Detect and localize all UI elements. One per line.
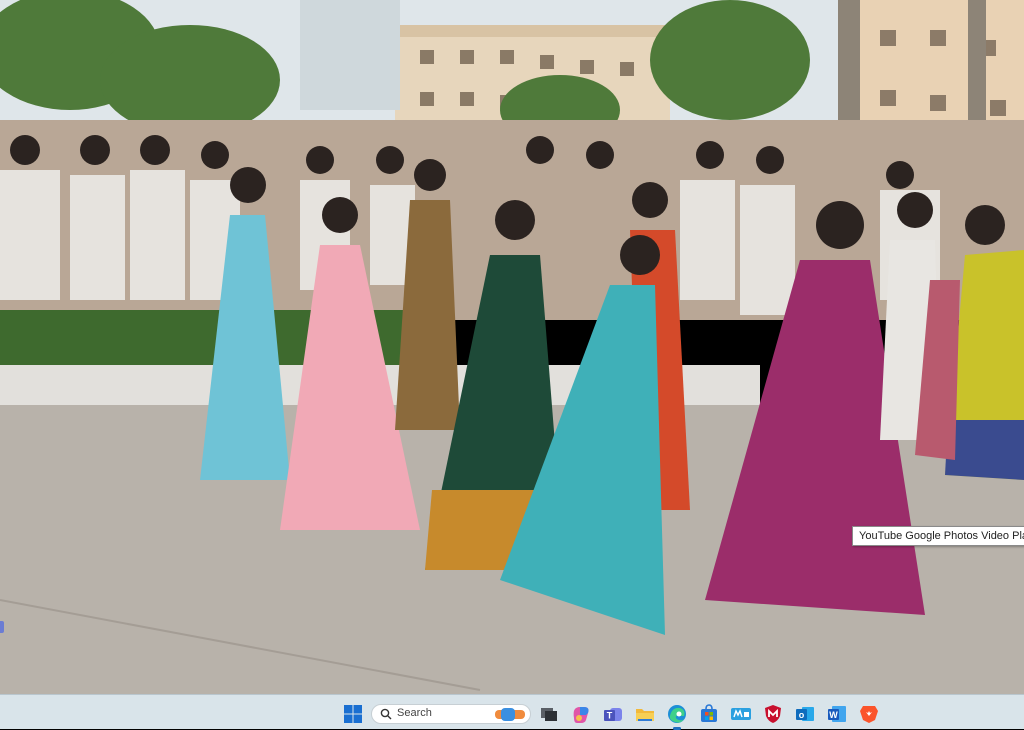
outlook-letter: o	[799, 710, 805, 720]
shield-app-icon[interactable]	[762, 703, 784, 725]
search-icon	[380, 708, 392, 720]
video-player-tooltip: YouTube Google Photos Video Player	[852, 526, 1024, 546]
mcafee-icon[interactable]	[730, 703, 752, 725]
outlook-icon[interactable]: o	[794, 703, 816, 725]
edge-indicator	[0, 621, 4, 633]
brave-browser-icon[interactable]	[858, 703, 880, 725]
edge-browser-icon[interactable]	[666, 703, 688, 730]
teams-icon[interactable]: T	[602, 703, 624, 725]
taskbar-search-box[interactable]: Search	[371, 704, 531, 724]
word-icon[interactable]: W	[826, 703, 848, 725]
video-player-area[interactable]	[0, 0, 1024, 694]
search-highlight-icon	[495, 708, 525, 721]
teams-letter: T	[607, 711, 613, 721]
word-letter: W	[829, 710, 838, 720]
search-placeholder: Search	[397, 707, 432, 719]
file-explorer-icon[interactable]	[634, 703, 656, 725]
windows-start-icon[interactable]	[342, 703, 364, 725]
task-view-icon[interactable]	[538, 703, 560, 725]
copilot-icon[interactable]	[570, 703, 592, 725]
video-frame-scene	[0, 0, 1024, 694]
microsoft-store-icon[interactable]	[698, 703, 720, 725]
